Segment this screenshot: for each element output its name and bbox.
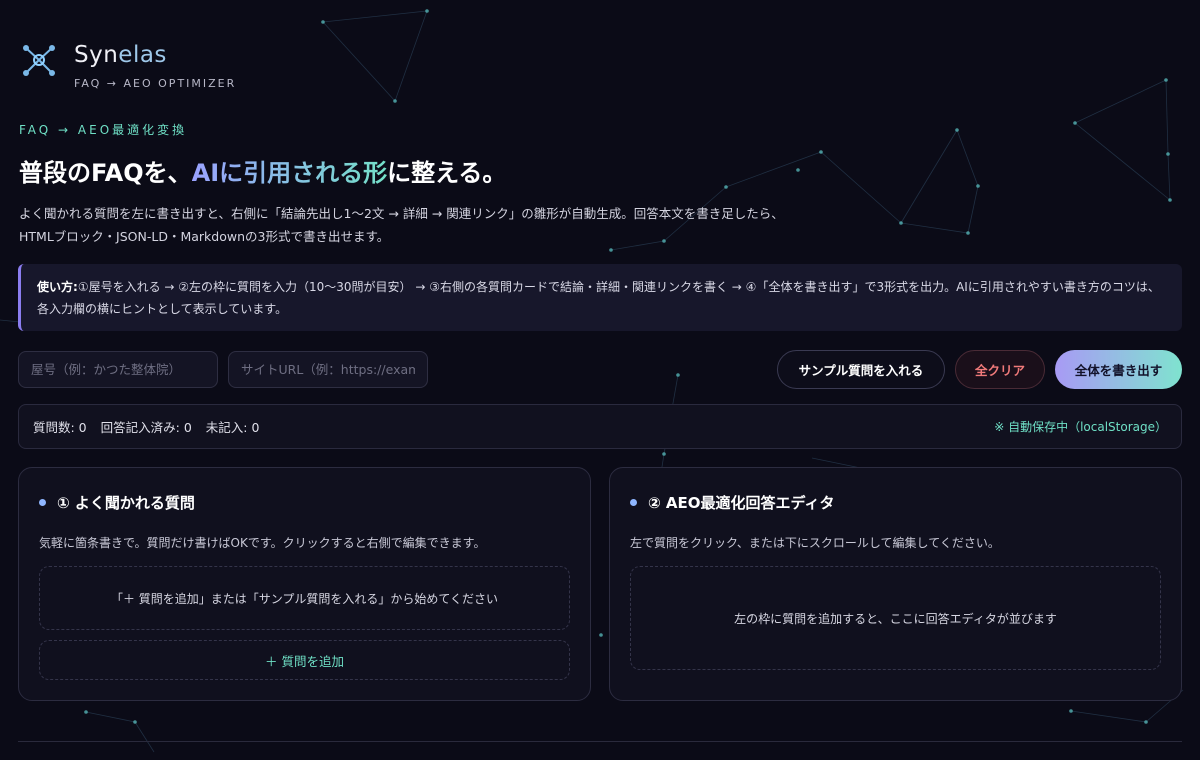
- headline-highlight: AIに引用される形: [191, 159, 388, 187]
- clear-all-button[interactable]: 全クリア: [955, 350, 1045, 389]
- autosave-status: ※ 自動保存中（localStorage）: [994, 420, 1167, 434]
- howto-label: 使い方:: [37, 280, 78, 294]
- network-hub-icon: [23, 45, 55, 76]
- site-url-input[interactable]: [228, 351, 428, 388]
- answer-panel-desc: 左で質問をクリック、または下にスクロールして編集してください。: [630, 536, 1000, 550]
- answer-panel-title-text: ② AEO最適化回答エディタ: [648, 494, 835, 512]
- brand-name-main: Syn: [74, 42, 119, 68]
- stats-bar: 質問数: 0 回答記入済み: 0 未記入: 0 ※ 自動保存中（localSto…: [18, 404, 1182, 449]
- howto-text: ①屋号を入れる → ②左の枠に質問を入力（10〜30問が目安） → ③右側の各質…: [37, 280, 1160, 316]
- add-question-button[interactable]: ＋ 質問を追加: [39, 640, 570, 680]
- app-root: Synelas FAQ → AEO OPTIMIZER FAQ → AEO最適化…: [0, 0, 1200, 760]
- headline-pre: 普段のFAQを、: [19, 159, 192, 187]
- footer-divider: [18, 741, 1182, 742]
- answer-panel-title: ② AEO最適化回答エディタ: [630, 492, 834, 513]
- questions-panel: ① よく聞かれる質問 気軽に箇条書きで。質問だけ書けばOKです。クリックすると右…: [18, 467, 591, 701]
- brand-name-accent: elas: [118, 42, 167, 68]
- brand-subtitle: FAQ → AEO OPTIMIZER: [74, 77, 237, 90]
- brand-name: Synelas: [74, 41, 236, 69]
- hero-eyebrow: FAQ → AEO最適化変換: [19, 123, 188, 137]
- brand: Synelas FAQ → AEO OPTIMIZER: [20, 40, 236, 90]
- unanswered-count: 未記入: 0: [205, 420, 260, 435]
- page-title: 普段のFAQを、AIに引用される形に整える。: [19, 153, 506, 188]
- questions-panel-desc: 気軽に箇条書きで。質問だけ書けばOKです。クリックすると右側で編集できます。: [39, 536, 486, 550]
- bullet-dot-icon: [39, 499, 46, 506]
- answer-empty-state: 左の枠に質問を追加すると、ここに回答エディタが並びます: [630, 566, 1161, 670]
- questions-panel-title: ① よく聞かれる質問: [39, 492, 195, 513]
- bullet-dot-icon: [630, 499, 637, 506]
- question-count: 質問数: 0: [33, 420, 87, 435]
- questions-empty-state: 「＋ 質問を追加」または「サンプル質問を入れる」から始めてください: [39, 566, 570, 630]
- answered-count: 回答記入済み: 0: [100, 420, 192, 435]
- hero-lead: よく聞かれる質問を左に書き出すと、右側に「結論先出し1〜2文 → 詳細 → 関連…: [19, 206, 784, 244]
- export-all-button[interactable]: 全体を書き出す: [1055, 350, 1182, 389]
- headline-post: に整える。: [387, 159, 507, 187]
- questions-panel-title-text: ① よく聞かれる質問: [57, 494, 195, 512]
- brand-text: Synelas FAQ → AEO OPTIMIZER: [74, 40, 236, 90]
- answer-editor-panel: ② AEO最適化回答エディタ 左で質問をクリック、または下にスクロールして編集し…: [609, 467, 1182, 701]
- insert-sample-button[interactable]: サンプル質問を入れる: [777, 350, 945, 389]
- howto-callout: 使い方:①屋号を入れる → ②左の枠に質問を入力（10〜30問が目安） → ③右…: [18, 264, 1182, 331]
- shop-name-input[interactable]: [18, 351, 218, 388]
